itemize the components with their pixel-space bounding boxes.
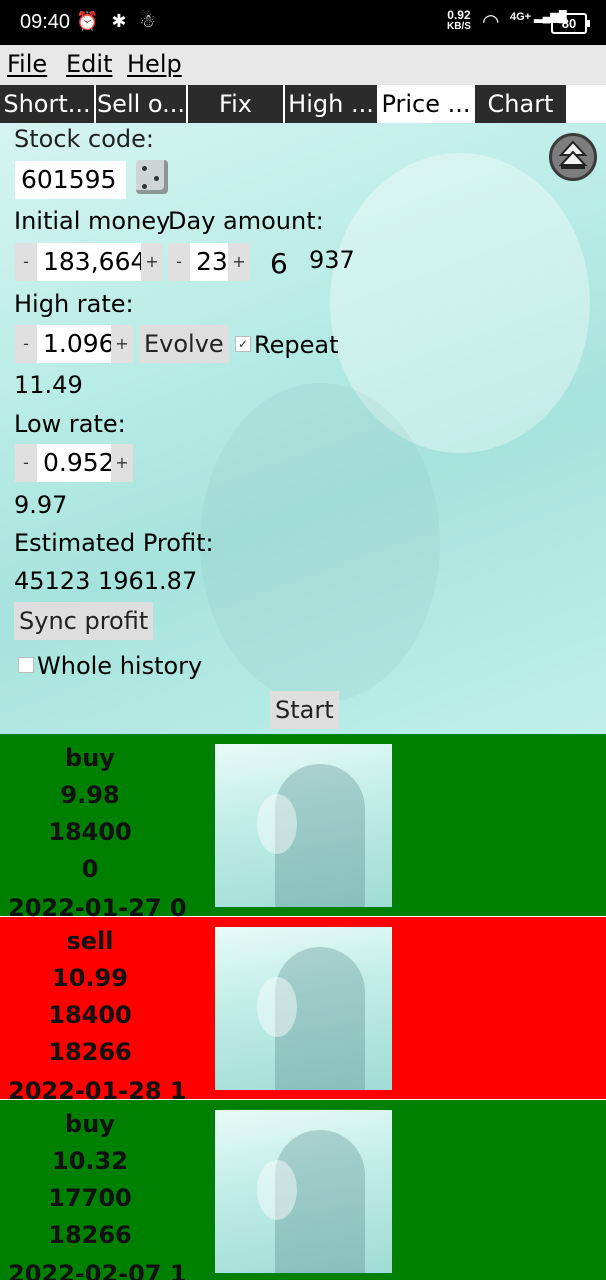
transaction-row[interactable]: sell 10.99 18400 18266 2022-01-28 1 (0, 917, 606, 1105)
high-rate-label: High rate: (14, 290, 134, 318)
transaction-thumbnail (215, 1110, 392, 1273)
high-rate-decrement[interactable]: - (15, 325, 37, 363)
menu-help[interactable]: Help (127, 50, 182, 78)
evolve-button[interactable]: Evolve (139, 325, 229, 363)
transaction-profit: 18266 (48, 1221, 132, 1249)
start-button[interactable]: Start (270, 691, 339, 729)
wifi-icon: ◠ (482, 11, 500, 33)
extra-value-b: 937 (309, 246, 355, 274)
transaction-date: 2022-02-07 1 (8, 1260, 187, 1280)
transaction-shares: 18400 (48, 1001, 132, 1029)
low-rate-label: Low rate: (14, 410, 126, 438)
transaction-profit: 0 (81, 855, 99, 883)
high-rate-increment[interactable]: + (111, 325, 133, 363)
estimated-profit-label: Estimated Profit: (14, 529, 214, 557)
stock-code-input[interactable]: 601595 (15, 161, 126, 199)
tab-price[interactable]: Price ... (379, 85, 475, 123)
network-type: 4G+ (510, 11, 532, 23)
tab-high[interactable]: High ... (285, 85, 379, 123)
network-speed-unit: KB/S (447, 21, 471, 32)
repeat-label: Repeat (254, 331, 339, 359)
sync-profit-button[interactable]: Sync profit (14, 602, 154, 640)
repeat-checkbox[interactable]: ✓ (235, 336, 251, 352)
transaction-row[interactable]: buy 9.98 18400 0 2022-01-27 0 (0, 734, 606, 922)
battery-level: 80 (561, 16, 577, 31)
whole-history-checkbox[interactable] (18, 657, 34, 673)
status-time: 09:40 (20, 11, 71, 33)
menu-edit[interactable]: Edit (66, 50, 112, 78)
high-rate-input[interactable]: 1.096 (37, 325, 115, 363)
tab-bar: Short... Sell o... Fix High ... Price ..… (0, 85, 606, 123)
tab-short[interactable]: Short... (0, 85, 96, 123)
day-amount-label: Day amount: (168, 207, 324, 235)
transaction-list: buy 9.98 18400 0 2022-01-27 0 sell 10.99… (0, 734, 606, 1280)
initial-money-increment[interactable]: + (141, 243, 163, 281)
initial-money-input[interactable]: 183,664 (37, 243, 146, 281)
status-icons: ⏰ ✱ ☃ (76, 11, 160, 31)
network-speed-value: 0.92 (447, 8, 471, 22)
transaction-type: buy (65, 1110, 115, 1138)
scroll-top-icon[interactable] (549, 133, 597, 181)
menu-bar: File Edit Help (0, 45, 606, 85)
tab-sell[interactable]: Sell o... (96, 85, 188, 123)
low-rate-decrement[interactable]: - (15, 444, 37, 482)
whole-history-label: Whole history (37, 652, 203, 680)
battery-icon: 80 (551, 13, 590, 34)
transaction-type: sell (66, 927, 114, 955)
transaction-thumbnail (215, 927, 392, 1090)
status-bar: 09:40 ⏰ ✱ ☃ 0.92 KB/S ◠ 4G+ ▂▄▆█ 80 (0, 0, 606, 45)
low-rate-increment[interactable]: + (111, 444, 133, 482)
tab-chart[interactable]: Chart (475, 85, 568, 123)
day-amount-decrement[interactable]: - (168, 243, 190, 281)
transaction-price: 10.99 (52, 964, 128, 992)
menu-file[interactable]: File (7, 50, 47, 78)
transaction-profit: 18266 (48, 1038, 132, 1066)
network-speed: 0.92 KB/S (447, 9, 471, 33)
low-rate-input[interactable]: 0.952 (37, 444, 115, 482)
transaction-shares: 17700 (48, 1184, 132, 1212)
extra-value-a: 6 (270, 247, 288, 280)
stock-code-label: Stock code: (14, 125, 155, 153)
dice-icon[interactable] (136, 160, 168, 194)
transaction-row[interactable]: buy 10.32 17700 18266 2022-02-07 1 (0, 1100, 606, 1280)
transaction-price: 10.32 (52, 1147, 128, 1175)
day-amount-increment[interactable]: + (228, 243, 250, 281)
transaction-type: buy (65, 744, 115, 772)
estimated-profit-value: 45123 1961.87 (14, 567, 198, 595)
tab-fix[interactable]: Fix (188, 85, 285, 123)
initial-money-label: Initial money (14, 207, 171, 235)
low-price-value: 9.97 (14, 491, 68, 519)
day-amount-input[interactable]: 23 (190, 243, 228, 281)
transaction-price: 9.98 (60, 781, 120, 809)
transaction-thumbnail (215, 744, 392, 907)
transaction-shares: 18400 (48, 818, 132, 846)
background-face-shape (200, 383, 440, 703)
high-price-value: 11.49 (14, 371, 83, 399)
initial-money-decrement[interactable]: - (15, 243, 37, 281)
